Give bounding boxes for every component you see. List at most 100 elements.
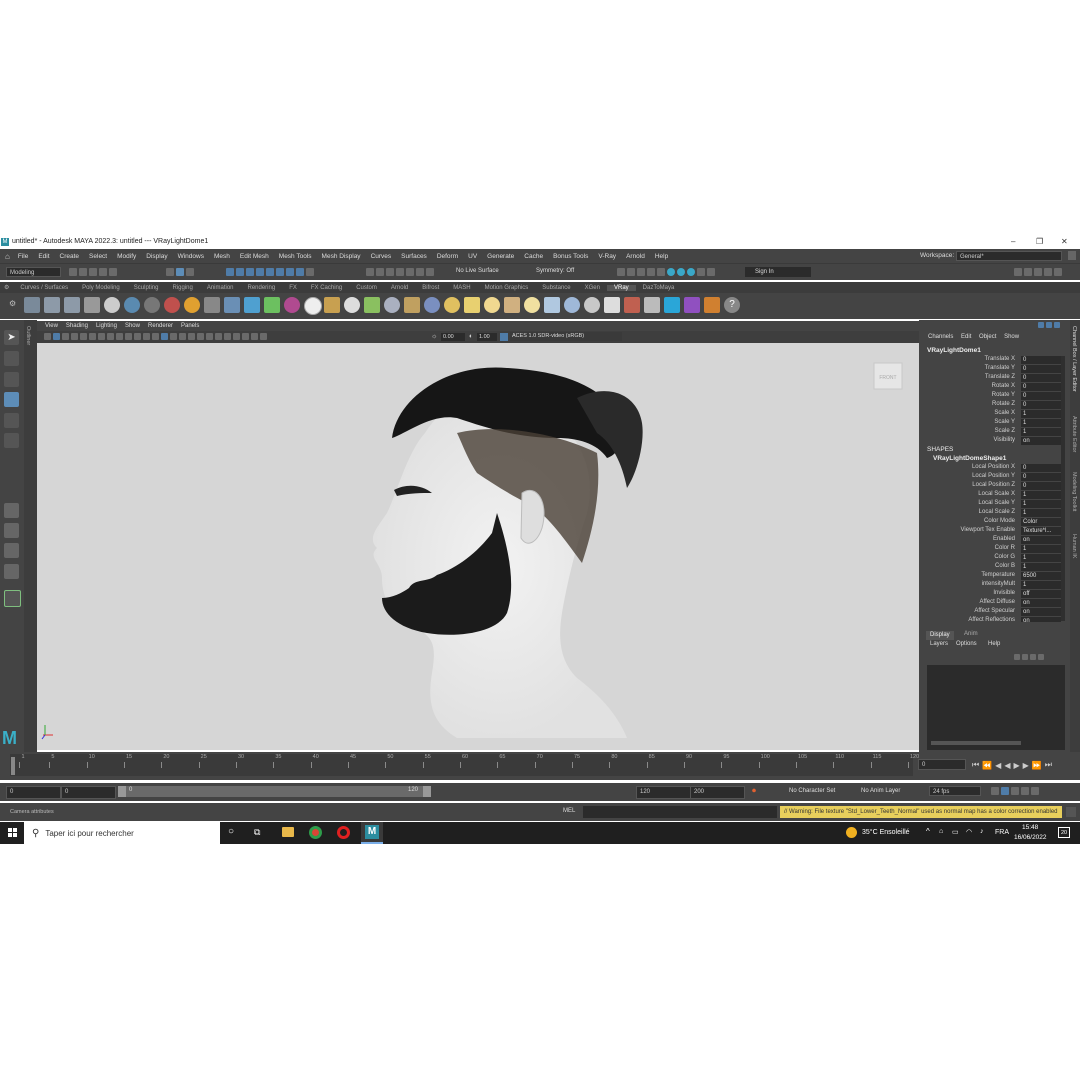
shape-attr-row[interactable]: Affect Specular on	[919, 608, 1070, 617]
vray-toolbox-icon[interactable]	[644, 297, 660, 313]
shape-attr-row[interactable]: Invisible off	[919, 590, 1070, 599]
paint-select-tool-icon[interactable]	[4, 372, 19, 387]
move-layer-up-icon[interactable]	[1014, 654, 1020, 660]
side-tab-human-ik[interactable]: Human IK	[1071, 534, 1077, 558]
layer-menu-help[interactable]: Help	[988, 641, 1000, 647]
snap-grid-icon[interactable]	[366, 268, 374, 276]
symmetry-dropdown[interactable]: Symmetry: Off	[536, 268, 574, 274]
animation-prefs-icon[interactable]	[1021, 787, 1029, 795]
shelf-tab-fx-caching[interactable]: FX Caching	[304, 285, 349, 291]
wireframe-icon[interactable]	[143, 333, 150, 340]
undo-icon[interactable]	[99, 268, 107, 276]
vray-fb-icon[interactable]	[687, 268, 695, 276]
safe-title-icon[interactable]	[134, 333, 141, 340]
render-frame-icon[interactable]	[627, 268, 635, 276]
shelf-tab-vray[interactable]: VRay	[606, 284, 636, 291]
layer-tab-display[interactable]: Display	[926, 631, 954, 640]
menu-file[interactable]: File	[18, 253, 28, 260]
viewport-menu-shading[interactable]: Shading	[66, 323, 88, 329]
mask-misc-icon[interactable]	[296, 268, 304, 276]
shape-attr-value[interactable]: on	[1021, 617, 1061, 622]
menu-cache[interactable]: Cache	[524, 253, 543, 260]
snap-surface-icon[interactable]	[406, 268, 414, 276]
shape-attr-value[interactable]: on	[1021, 536, 1061, 544]
shelf-tab-animation[interactable]: Animation	[200, 285, 241, 291]
exposure-field[interactable]: 0.00	[441, 333, 465, 341]
pause-icon[interactable]	[707, 268, 715, 276]
layer-list-scrollbar[interactable]	[931, 741, 1021, 745]
gamma-field[interactable]: 1.00	[477, 333, 497, 341]
render-view-icon[interactable]	[617, 268, 625, 276]
wireframe-on-shaded-icon[interactable]	[170, 333, 177, 340]
new-layer-selected-icon[interactable]	[1038, 654, 1044, 660]
shape-attr-row[interactable]: Local Scale Y 1	[919, 500, 1070, 509]
playback-end-field[interactable]: 120	[636, 786, 691, 799]
mask-surfaces-icon[interactable]	[256, 268, 264, 276]
modeling-toolkit-toggle-icon[interactable]	[1014, 268, 1022, 276]
default-material-icon[interactable]	[161, 333, 168, 340]
bookmark-icon[interactable]	[62, 333, 69, 340]
go-to-start-icon[interactable]: ⏮	[972, 760, 979, 770]
mask-rendering-icon[interactable]	[286, 268, 294, 276]
search-icon[interactable]	[4, 590, 21, 607]
anti-aliasing-icon[interactable]	[233, 333, 240, 340]
command-input[interactable]	[583, 806, 777, 818]
mask-joints-icon[interactable]	[236, 268, 244, 276]
task-view-icon[interactable]: ⧉	[254, 827, 260, 838]
vray-omni-light-icon[interactable]	[444, 297, 460, 313]
mask-dynamics-icon[interactable]	[276, 268, 284, 276]
shape-attr-row[interactable]: Color B 1	[919, 563, 1070, 572]
open-scene-icon[interactable]	[79, 268, 87, 276]
sound-icon[interactable]	[1011, 787, 1019, 795]
loop-icon[interactable]	[991, 787, 999, 795]
vray-palette-icon[interactable]	[704, 297, 720, 313]
shelf-tab-poly-modeling[interactable]: Poly Modeling	[75, 285, 127, 291]
vray-render-shelf-icon[interactable]	[104, 297, 120, 313]
viewport-menu-renderer[interactable]: Renderer	[148, 323, 173, 329]
play-forward-icon[interactable]: ▶	[1013, 761, 1019, 770]
shape-attr-value[interactable]: on	[1021, 599, 1061, 607]
shape-attr-row[interactable]: Color R 1	[919, 545, 1070, 554]
shape-attr-value[interactable]: 1	[1021, 581, 1061, 589]
vray-sphere-light-icon[interactable]	[344, 297, 360, 313]
snap-vertex-icon[interactable]	[426, 268, 434, 276]
shape-attr-row[interactable]: Affect Diffuse on	[919, 599, 1070, 608]
vray-mtl-icon[interactable]	[164, 297, 180, 313]
vray-fire-icon[interactable]	[184, 297, 200, 313]
select-object-icon[interactable]	[176, 268, 184, 276]
network-icon[interactable]: ⌂	[939, 828, 943, 835]
vray-render-icon[interactable]	[667, 268, 675, 276]
menu-edit-mesh[interactable]: Edit Mesh	[240, 253, 269, 260]
menu-windows[interactable]: Windows	[178, 253, 204, 260]
viewport-menu-view[interactable]: View	[45, 323, 58, 329]
resolution-gate-icon[interactable]	[98, 333, 105, 340]
shape-attr-row[interactable]: Color Mode Color	[919, 518, 1070, 527]
vray-grass-icon[interactable]	[364, 297, 380, 313]
rotate-tool-icon[interactable]	[4, 413, 19, 428]
depth-of-field-icon[interactable]	[242, 333, 249, 340]
sign-in-button[interactable]: Sign In	[745, 267, 811, 277]
shelf-tab-curves-surfaces[interactable]: Curves / Surfaces	[13, 285, 75, 291]
menu-deform[interactable]: Deform	[437, 253, 458, 260]
vray-material-ball-icon[interactable]	[584, 297, 600, 313]
mask-handles-icon[interactable]	[226, 268, 234, 276]
shape-attr-value[interactable]: 1	[1021, 491, 1061, 499]
vray-light-lister-icon[interactable]	[144, 297, 160, 313]
weather-text[interactable]: 35°C Ensoleillé	[862, 829, 910, 836]
display-icon[interactable]: ▭	[952, 828, 959, 836]
shape-attr-value[interactable]: 1	[1021, 500, 1061, 508]
viewport-menu-lighting[interactable]: Lighting	[96, 323, 117, 329]
vray-cloud-icon[interactable]	[664, 297, 680, 313]
shape-attr-row[interactable]: Affect Reflections on	[919, 617, 1070, 622]
hypershade-icon[interactable]	[657, 268, 665, 276]
camera-attributes-icon[interactable]	[53, 333, 60, 340]
vray-ipr-shelf-icon[interactable]	[124, 297, 140, 313]
snap-point-icon[interactable]	[386, 268, 394, 276]
shape-attr-row[interactable]: Enabled on	[919, 536, 1070, 545]
workspace-lock-icon[interactable]	[1068, 251, 1076, 260]
menu-bonus-tools[interactable]: Bonus Tools	[553, 253, 588, 260]
vray-help-icon[interactable]: ?	[724, 297, 740, 313]
menu-mesh-display[interactable]: Mesh Display	[322, 253, 361, 260]
new-scene-icon[interactable]	[69, 268, 77, 276]
vray-gear-light-icon[interactable]	[384, 297, 400, 313]
